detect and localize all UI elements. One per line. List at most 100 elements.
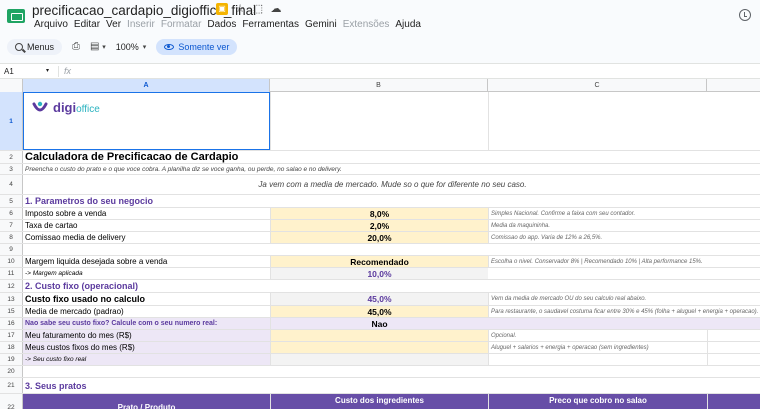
cell-b1[interactable] xyxy=(270,92,488,150)
row-number[interactable]: 16 xyxy=(0,318,23,329)
label-calcule-custo-real[interactable]: Nao sabe seu custo fixo? Calcule com o s… xyxy=(23,318,270,329)
row-number[interactable]: 4 xyxy=(0,175,23,194)
note-custos-fixos-mes[interactable]: Aluguel + salarios + energia + operacao … xyxy=(488,342,707,353)
label-custo-fixo-usado[interactable]: Custo fixo usado no calculo xyxy=(23,293,270,305)
input-faturamento-mes[interactable] xyxy=(270,330,488,341)
menu-extensoes[interactable]: Extensões xyxy=(340,19,393,30)
note-imposto[interactable]: Simples Nacional. Confirme a faixa com s… xyxy=(488,208,707,219)
row-number[interactable]: 9 xyxy=(0,244,23,255)
menu-ajuda[interactable]: Ajuda xyxy=(392,19,424,30)
row-number[interactable]: 17 xyxy=(0,330,23,341)
row-number[interactable]: 22 xyxy=(0,394,23,409)
label-margem-desejada[interactable]: Margem liquida desejada sobre a venda xyxy=(23,256,270,267)
header-preco-salao[interactable]: Preco que cobro no salao xyxy=(488,394,707,409)
row-number[interactable]: 20 xyxy=(0,366,23,377)
row-number[interactable]: 21 xyxy=(0,378,23,393)
move-folder-icon[interactable]: ⬚ xyxy=(252,3,264,15)
value-media-mercado[interactable]: 45,0% xyxy=(270,306,488,317)
row-number[interactable]: 12 xyxy=(0,280,23,292)
select-all-corner[interactable] xyxy=(0,79,23,92)
row-number[interactable]: 18 xyxy=(0,342,23,353)
column-header-b[interactable]: B xyxy=(270,79,488,92)
view-only-button[interactable]: Somente ver xyxy=(156,38,238,55)
selected-cell-a1[interactable]: digioffice xyxy=(23,92,270,150)
label-media-mercado[interactable]: Media de mercado (padrao) xyxy=(23,306,270,317)
value-comissao-delivery[interactable]: 20,0% xyxy=(270,232,488,243)
dropdown-margem[interactable]: Recomendado xyxy=(270,256,488,267)
section-heading-custo-fixo[interactable]: 2. Custo fixo (operacional) xyxy=(23,280,270,292)
menu-inserir[interactable]: Inserir xyxy=(124,19,158,30)
value-imposto[interactable]: 8,0% xyxy=(270,208,488,219)
menu-dados[interactable]: Dados xyxy=(204,19,239,30)
row-number[interactable]: 2 xyxy=(0,151,23,163)
label-custo-fixo-real[interactable]: -> Seu custo fixo real xyxy=(23,354,270,365)
column-header-c[interactable]: C xyxy=(488,79,707,92)
label-faturamento-mes[interactable]: Meu faturamento do mes (R$) xyxy=(23,330,270,341)
note-taxa-cartao[interactable]: Media da maquininha. xyxy=(488,220,707,231)
cell-c1[interactable] xyxy=(488,92,707,150)
row-5: 5 1. Parametros do seu negocio xyxy=(0,195,760,208)
print-icon[interactable]: ⎙ xyxy=(72,41,80,52)
section-heading-pratos[interactable]: 3. Seus pratos xyxy=(23,378,270,393)
column-header-a[interactable]: A xyxy=(23,79,270,92)
menu-ferramentas[interactable]: Ferramentas xyxy=(239,19,302,30)
value-margem-aplicada[interactable]: 10,0% xyxy=(270,268,488,279)
spreadsheet-grid[interactable]: A B C 1 digioffice 2 Calculadora de Prec… xyxy=(0,79,760,409)
file-type-badge-icon[interactable]: ▣ xyxy=(216,3,228,15)
label-taxa-cartao[interactable]: Taxa de cartao xyxy=(23,220,270,231)
header-prato-produto[interactable]: Prato / Produto xyxy=(23,394,270,409)
sheet-title[interactable]: Calculadora de Precificacao de Cardapio xyxy=(23,151,270,163)
menu-gemini[interactable]: Gemini xyxy=(302,19,340,30)
cloud-status-icon[interactable]: ☁ xyxy=(270,3,282,15)
note-media-mercado[interactable]: Para restaurante, o saudavel costuma fic… xyxy=(488,306,758,317)
label-margem-aplicada[interactable]: -> Margem aplicada xyxy=(23,268,270,279)
cell-d18[interactable] xyxy=(707,342,760,353)
value-taxa-cartao[interactable]: 2,0% xyxy=(270,220,488,231)
cell-d17[interactable] xyxy=(707,330,760,341)
input-custos-fixos-mes[interactable] xyxy=(270,342,488,353)
value-custo-fixo-usado[interactable]: 45,0% xyxy=(270,293,488,305)
section-heading-parametros[interactable]: 1. Parametros do seu negocio xyxy=(23,195,270,207)
note-faturamento-mes[interactable]: Opcional. xyxy=(488,330,707,341)
label-custos-fixos-mes[interactable]: Meus custos fixos do mes (R$) xyxy=(23,342,270,353)
note-custo-fixo-usado[interactable]: Vem da media de mercado OU do seu calcul… xyxy=(488,293,707,305)
row-number[interactable]: 5 xyxy=(0,195,23,207)
header-col-d[interactable] xyxy=(707,394,760,409)
row-number[interactable]: 10 xyxy=(0,256,23,267)
header-custo-ingredientes[interactable]: Custo dos ingredientes xyxy=(270,394,488,409)
search-menus-button[interactable]: Menus xyxy=(7,38,63,55)
row-number[interactable]: 3 xyxy=(0,164,23,174)
label-imposto[interactable]: Imposto sobre a venda xyxy=(23,208,270,219)
chevron-down-icon[interactable]: ▾ xyxy=(46,67,49,74)
menu-editar[interactable]: Editar xyxy=(71,19,103,30)
sheet-subtitle[interactable]: Preencha o custo do prato e o que voce c… xyxy=(23,164,342,174)
row-number[interactable]: 6 xyxy=(0,208,23,219)
star-icon[interactable]: ☆ xyxy=(234,3,246,15)
name-box[interactable]: A1 xyxy=(4,67,52,76)
row-8: 8 Comissao media de delivery 20,0% Comis… xyxy=(0,232,760,244)
cell-c19[interactable] xyxy=(488,354,707,365)
row-number[interactable]: 11 xyxy=(0,268,23,279)
row-number[interactable]: 19 xyxy=(0,354,23,365)
row-12: 12 2. Custo fixo (operacional) xyxy=(0,280,760,293)
menu-formatar[interactable]: Formatar xyxy=(158,19,205,30)
paint-format-icon[interactable]: ▤ ▾ xyxy=(90,41,106,52)
dropdown-calcule-custo-real[interactable]: Nao xyxy=(270,318,488,329)
row-number[interactable]: 13 xyxy=(0,293,23,305)
sheets-logo-icon[interactable] xyxy=(7,9,25,23)
row-number[interactable]: 7 xyxy=(0,220,23,231)
cell-d19[interactable] xyxy=(707,354,760,365)
row-number[interactable]: 8 xyxy=(0,232,23,243)
label-comissao-delivery[interactable]: Comissao media de delivery xyxy=(23,232,270,243)
version-history-icon[interactable] xyxy=(739,9,751,21)
row-number[interactable]: 1 xyxy=(0,92,23,150)
row-number[interactable]: 15 xyxy=(0,306,23,317)
menu-ver[interactable]: Ver xyxy=(103,19,124,30)
menu-arquivo[interactable]: Arquivo xyxy=(31,19,71,30)
zoom-select[interactable]: 100% ▾ xyxy=(116,42,147,52)
note-comissao-delivery[interactable]: Comissao do app. Varia de 12% a 26,5%. xyxy=(488,232,707,243)
tagline[interactable]: Ja vem com a media de mercado. Mude so o… xyxy=(23,175,760,194)
digioffice-logo: digioffice xyxy=(53,100,100,115)
note-margem[interactable]: Escolha o nivel. Conservador 8% | Recome… xyxy=(488,256,707,267)
value-custo-fixo-real[interactable] xyxy=(270,354,488,365)
